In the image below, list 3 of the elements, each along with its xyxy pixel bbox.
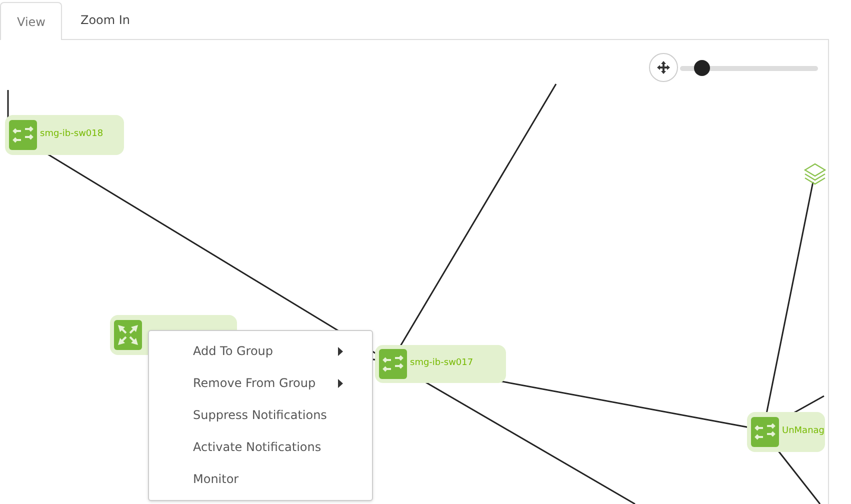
node-label: smg-ib-sw017: [410, 357, 474, 370]
node-label: UnManag: [782, 425, 825, 438]
node-label: smg-ib-sw018: [40, 128, 104, 142]
